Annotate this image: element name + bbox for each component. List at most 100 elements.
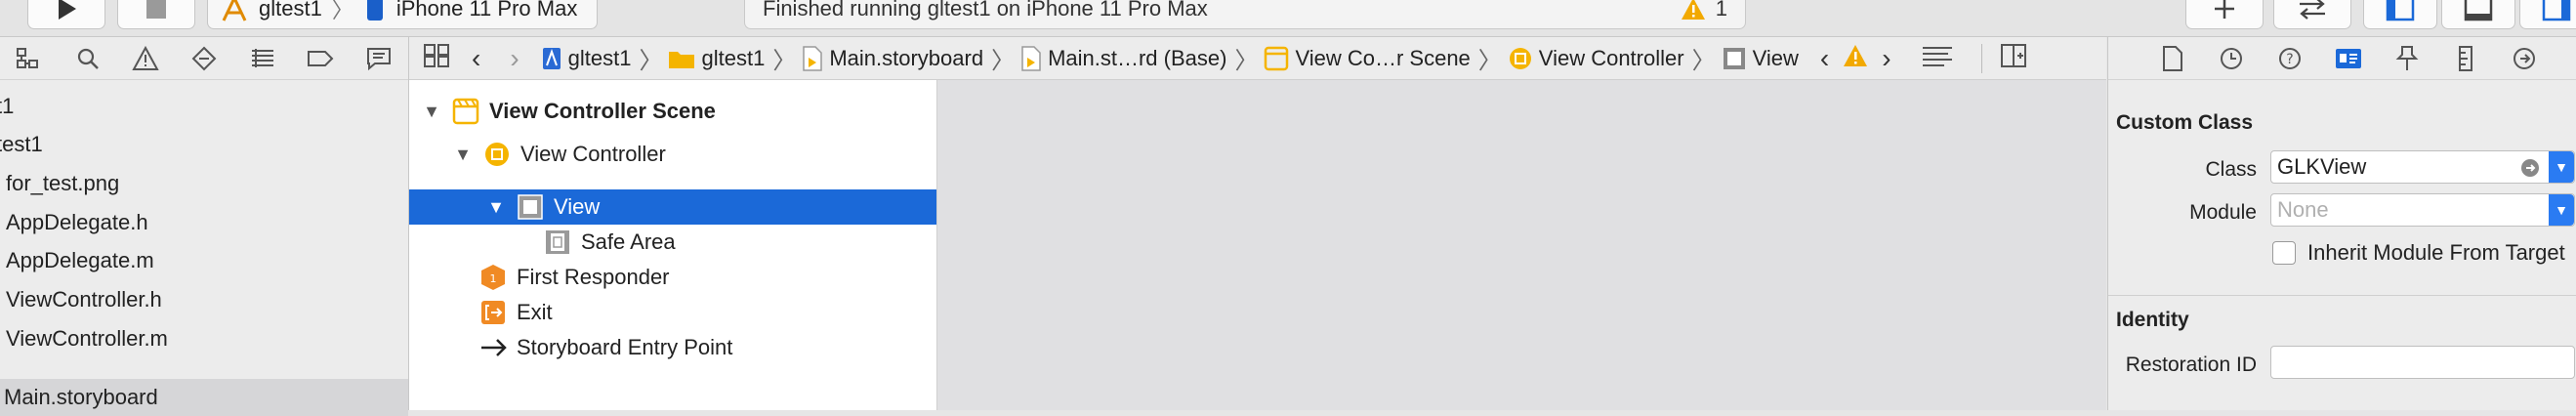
disclosure-triangle-icon[interactable]: ▼ (487, 197, 505, 218)
file-item[interactable]: ViewController.h (0, 281, 408, 318)
nav-tab-issues[interactable] (116, 37, 175, 79)
stop-button[interactable] (117, 0, 195, 29)
outline-item-view[interactable]: ▼ View (409, 189, 936, 225)
back-arrow-icon[interactable]: ‹ (472, 43, 480, 74)
storyboard-canvas[interactable] (937, 80, 2106, 410)
app-target-icon (222, 0, 247, 21)
tab-connections-inspector[interactable] (2495, 37, 2554, 79)
crumb-project[interactable]: gltest1 (541, 46, 631, 71)
file-item[interactable]: AppDelegate.m (0, 242, 408, 279)
toggle-debug-area-button[interactable] (2441, 0, 2515, 29)
file-label: AppDelegate.m (6, 248, 154, 272)
safe-area-icon (546, 230, 569, 254)
chevron-down-icon[interactable]: ▼ (2549, 194, 2574, 226)
divider (1980, 43, 1982, 73)
add-editor-button[interactable] (2000, 43, 2027, 74)
warning-count: 1 (1715, 0, 1727, 21)
inherit-module-checkbox[interactable] (2272, 241, 2296, 265)
project-icon (542, 47, 561, 69)
editor-options-button[interactable] (1921, 44, 1954, 73)
crumb-group[interactable]: gltest1 (668, 46, 765, 71)
scheme-selector[interactable]: gltest1 〉 iPhone 11 Pro Max (207, 0, 598, 29)
crumb-file[interactable]: Main.storyboard (802, 46, 983, 71)
first-responder-icon: 1 (481, 265, 505, 290)
crumb-localization[interactable]: Main.st…rd (Base) (1020, 46, 1226, 71)
inherit-module-label: Inherit Module From Target (2307, 240, 2565, 265)
library-button[interactable] (2185, 0, 2264, 29)
storyboard-file-icon (1021, 45, 1041, 71)
exit-icon (481, 301, 505, 324)
nav-tab-reports[interactable] (350, 37, 408, 79)
disclosure-triangle-icon[interactable]: ▼ (454, 145, 472, 165)
jump-bar: ‹ › gltest1 〉 gltest1 〉 Main.storyboard … (409, 37, 2106, 80)
test-diamond-icon (191, 46, 217, 70)
outline-item-safe-area[interactable]: Safe Area (409, 225, 936, 260)
outline-item-entry-point[interactable]: Storyboard Entry Point (409, 330, 936, 365)
nav-tab-tests[interactable] (175, 37, 233, 79)
connections-icon (2514, 47, 2535, 69)
outline-item-exit[interactable]: Exit (409, 295, 936, 330)
tab-file-inspector[interactable] (2143, 37, 2202, 79)
file-icon (2163, 45, 2182, 71)
crumb-label: View (1752, 45, 1799, 70)
chevron-right-icon: 〉 (772, 48, 797, 74)
crumb-label: View Controller (1538, 45, 1684, 70)
chevron-right-icon: 〉 (1234, 48, 1259, 74)
disclosure-triangle-icon[interactable]: ▼ (423, 102, 440, 122)
class-combo-box[interactable]: GLKView ▼ (2270, 150, 2575, 184)
entry-arrow-icon (481, 339, 507, 356)
warning-indicator[interactable]: 1 (1681, 0, 1727, 21)
next-issue-icon[interactable]: › (1882, 43, 1890, 74)
storyboard-file-icon (803, 45, 823, 71)
tab-history-inspector[interactable] (2202, 37, 2261, 79)
issue-warning-button[interactable] (1843, 44, 1868, 73)
search-icon (77, 48, 99, 69)
inherit-module-row[interactable]: Inherit Module From Target (2272, 240, 2565, 266)
forward-arrow-icon[interactable]: › (510, 43, 519, 74)
add-editor-icon (2000, 43, 2026, 67)
outline-item-first-responder[interactable]: 1 First Responder (409, 260, 936, 295)
tab-identity-inspector[interactable] (2319, 37, 2378, 79)
nav-tab-find[interactable] (59, 37, 117, 79)
outline-label: View Controller (520, 142, 666, 166)
id-card-icon (2336, 48, 2361, 68)
file-item[interactable]: test1 (0, 126, 408, 163)
crumb-scene[interactable]: View Co…r Scene (1264, 46, 1471, 71)
navigate-to-class-icon[interactable] (2519, 157, 2541, 185)
nav-tab-debug[interactable] (233, 37, 292, 79)
toggle-inspector-button[interactable] (2519, 0, 2576, 29)
crumb-view-controller[interactable]: View Controller (1508, 46, 1684, 71)
file-label: ViewController.m (6, 326, 168, 351)
chevron-right-icon: 〉 (331, 0, 353, 22)
previous-issue-icon[interactable]: ‹ (1820, 43, 1829, 74)
file-label: AppDelegate.h (6, 210, 148, 234)
related-items-button[interactable] (423, 43, 450, 74)
file-item-selected[interactable]: Main.storyboard (0, 379, 408, 416)
tab-quick-help[interactable]: ? (2261, 37, 2319, 79)
toggle-navigator-button[interactable] (2363, 0, 2437, 29)
file-item[interactable]: AppDelegate.h (0, 204, 408, 241)
scheme-name: gltest1 (259, 0, 322, 21)
play-icon (59, 0, 76, 20)
outline-label: Storyboard Entry Point (517, 335, 733, 359)
code-review-button[interactable] (2273, 0, 2351, 29)
custom-class-section-title: Custom Class (2116, 111, 2254, 134)
module-combo-box[interactable]: None ▼ (2270, 193, 2575, 227)
tab-size-inspector[interactable] (2436, 37, 2495, 79)
file-item[interactable]: ViewController.m (0, 320, 408, 357)
folder-icon (669, 51, 695, 68)
crumb-view[interactable]: View (1722, 46, 1799, 71)
file-item[interactable]: t1 (0, 88, 408, 125)
run-button[interactable] (27, 0, 105, 29)
identity-section-title: Identity (2116, 309, 2189, 331)
tab-attributes-inspector[interactable] (2378, 37, 2436, 79)
nav-tab-hierarchy[interactable] (0, 37, 59, 79)
chevron-right-icon: 〉 (991, 48, 1016, 74)
chevron-down-icon[interactable]: ▼ (2549, 151, 2574, 183)
outline-item-scene[interactable]: ▼ View Controller Scene (409, 94, 936, 129)
outline-item-view-controller[interactable]: ▼ View Controller (409, 137, 936, 172)
file-label: test1 (0, 132, 43, 156)
restoration-id-field[interactable] (2270, 346, 2575, 379)
nav-tab-breakpoints[interactable] (292, 37, 351, 79)
file-item[interactable]: for_test.png (0, 165, 408, 202)
